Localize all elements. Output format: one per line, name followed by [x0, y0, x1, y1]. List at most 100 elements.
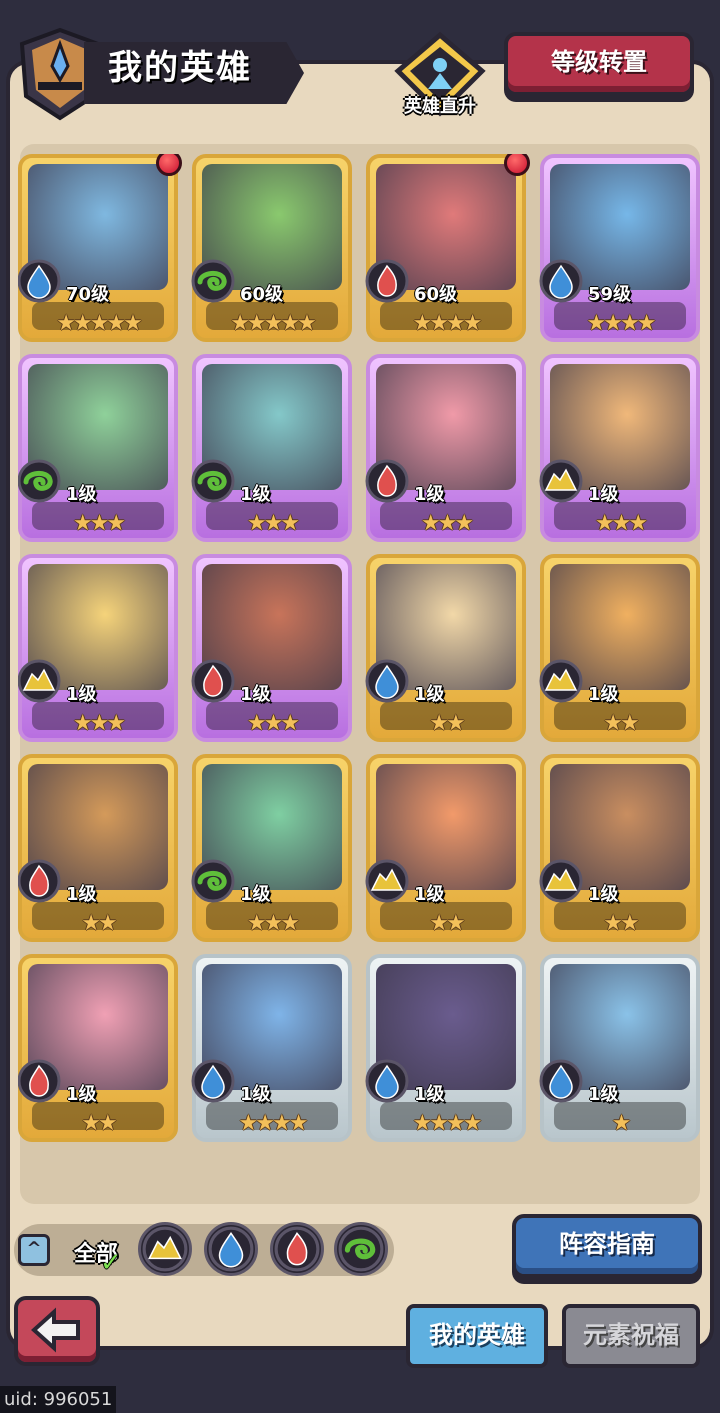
tab-element-blessing[interactable]: 元素祝福 — [562, 1304, 700, 1368]
water-element-icon — [365, 1059, 409, 1103]
hero-element-badge — [18, 258, 62, 304]
fire-element-icon — [274, 1226, 320, 1272]
hero-stars: ★★★★★ — [56, 311, 143, 336]
hero-level: 1级 — [240, 1084, 271, 1105]
hero-stars: ★★ — [81, 911, 117, 936]
earth-element-icon — [539, 459, 583, 503]
hero-level: 60级 — [240, 284, 284, 305]
hero-stars: ★★★ — [72, 711, 126, 736]
hero-level: 1级 — [414, 484, 445, 505]
hero-element-badge — [364, 658, 410, 704]
collapse-filter-button[interactable]: ^ — [18, 1234, 50, 1266]
hero-card[interactable]: 1级 ★★★ — [190, 554, 352, 742]
fire-element-icon — [18, 1059, 61, 1103]
alert-dot-icon — [156, 154, 182, 176]
hero-card[interactable]: 60级 ★★★★ — [364, 154, 530, 342]
alert-dot-icon — [504, 154, 530, 176]
hero-card[interactable]: 1级 ★★★ — [538, 354, 700, 542]
hero-level: 1级 — [588, 484, 619, 505]
hero-card[interactable]: 1级 ★★ — [539, 554, 700, 742]
hero-stars: ★★★★ — [412, 1111, 483, 1136]
hero-card[interactable]: 1级 ★★★ — [364, 354, 526, 542]
earth-element-icon — [539, 659, 583, 703]
hero-level: 1级 — [66, 484, 97, 505]
back-button[interactable] — [14, 1296, 100, 1366]
fire-element-icon — [18, 859, 61, 903]
hero-card[interactable]: 1级 ★★★★ — [191, 954, 352, 1142]
wind-element-icon — [191, 259, 235, 303]
hero-level: 1级 — [66, 884, 97, 905]
hero-level: 1级 — [240, 684, 271, 705]
uid-label: uid: 996051 — [0, 1386, 117, 1413]
hero-stars: ★★ — [429, 711, 465, 736]
earth-element-icon — [365, 859, 409, 903]
hero-element-badge — [190, 658, 236, 704]
hero-element-badge — [190, 458, 236, 504]
hero-level: 60级 — [414, 284, 458, 305]
level-reset-button[interactable]: 等级转置 — [504, 32, 694, 96]
hero-stars: ★★ — [429, 911, 465, 936]
wind-element-icon — [191, 859, 235, 903]
hero-card[interactable]: 1级 ★★ — [538, 754, 700, 942]
filter-earth-button[interactable] — [138, 1222, 192, 1276]
hero-stars: ★★★★★ — [230, 311, 317, 336]
hero-stars: ★★★ — [72, 511, 126, 536]
back-arrow-icon — [31, 1307, 80, 1353]
tab-my-heroes[interactable]: 我的英雄 — [406, 1304, 548, 1368]
hero-element-badge — [364, 458, 410, 504]
hero-promote-label[interactable]: 英雄直升 — [392, 92, 488, 118]
hero-card[interactable]: 1级 ★★ — [365, 754, 526, 942]
filter-fire-button[interactable] — [270, 1222, 324, 1276]
filter-water-button[interactable] — [204, 1222, 258, 1276]
hero-stars: ★★★ — [594, 511, 648, 536]
hero-element-badge — [538, 258, 584, 304]
hero-card[interactable]: 1级 ★★ — [364, 554, 526, 742]
hero-element-badge — [364, 258, 410, 304]
hero-card[interactable]: 1级 ★★★ — [18, 554, 178, 742]
hero-card[interactable]: 1级 ★★★ — [18, 354, 178, 542]
level-reset-label: 等级转置 — [551, 48, 647, 76]
hero-stars: ★★★ — [246, 511, 300, 536]
hero-stars: ★★★★ — [412, 311, 483, 336]
check-icon: ✓ — [100, 1248, 122, 1278]
hero-card[interactable]: 1级 ★★ — [18, 954, 178, 1142]
hero-stars: ★★★★ — [586, 311, 657, 336]
hero-card[interactable]: 1级 ★ — [539, 954, 700, 1142]
hero-level: 1级 — [588, 684, 619, 705]
hero-level: 1级 — [588, 884, 619, 905]
fire-element-icon — [365, 459, 409, 503]
hero-element-badge — [18, 858, 62, 904]
hero-element-badge — [18, 1058, 62, 1104]
hero-level: 1级 — [240, 884, 271, 905]
hero-card[interactable]: 1级 ★★★★ — [364, 954, 526, 1142]
filter-wind-button[interactable] — [334, 1222, 388, 1276]
hero-level: 1级 — [66, 684, 97, 705]
hero-card[interactable]: 59级 ★★★★ — [538, 154, 700, 342]
hero-element-badge — [190, 258, 236, 304]
hero-card[interactable]: 1级 ★★★ — [190, 354, 352, 542]
hero-element-badge — [364, 1058, 410, 1104]
lineup-guide-button[interactable]: 阵容指南 — [512, 1214, 702, 1278]
hero-level: 1级 — [414, 884, 445, 905]
hero-grid[interactable]: 70级 ★★★★★ 60级 ★★★★★ 60级 ★★★★ 59级 ★★★★ 1级 ★★★ 1级 ★★★… — [18, 154, 700, 1198]
hero-stars: ★★ — [603, 911, 639, 936]
hero-stars: ★★ — [81, 1111, 117, 1136]
water-element-icon — [539, 1059, 583, 1103]
hero-card[interactable]: 1级 ★★★ — [191, 754, 352, 942]
hero-card[interactable]: 70级 ★★★★★ — [18, 154, 182, 342]
water-element-icon — [539, 259, 583, 303]
hero-card[interactable]: 60级 ★★★★★ — [190, 154, 352, 342]
hero-card[interactable]: 1级 ★★ — [18, 754, 178, 942]
fire-element-icon — [365, 259, 409, 303]
earth-element-icon — [539, 859, 583, 903]
hero-level: 70级 — [66, 284, 110, 305]
earth-element-icon — [142, 1226, 188, 1272]
hero-level: 1级 — [414, 1084, 445, 1105]
hero-element-badge — [538, 858, 584, 904]
hero-element-badge — [538, 458, 584, 504]
hero-stars: ★★★ — [246, 711, 300, 736]
hero-stars: ★★★★ — [238, 1111, 309, 1136]
hero-level: 1级 — [588, 1084, 619, 1105]
lineup-guide-label: 阵容指南 — [559, 1230, 655, 1258]
fire-element-icon — [191, 659, 235, 703]
